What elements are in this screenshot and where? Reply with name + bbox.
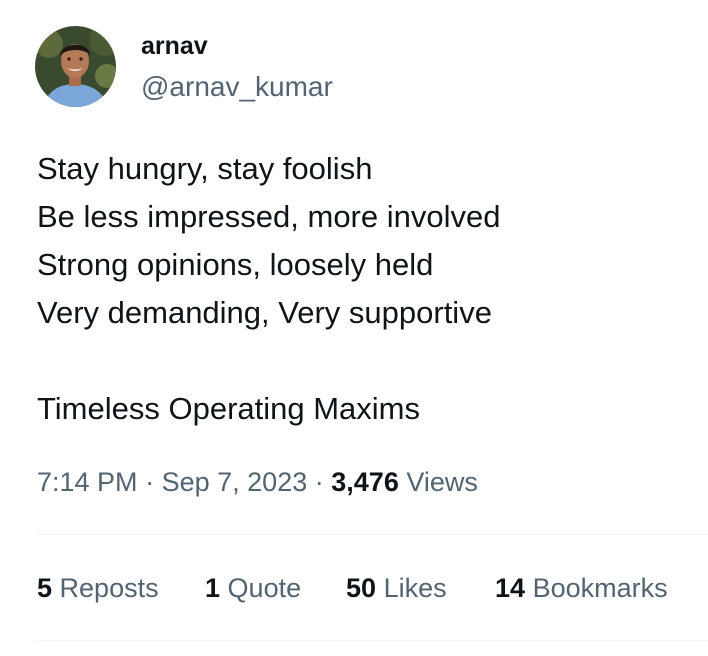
avatar[interactable]	[35, 26, 116, 107]
avatar-image	[35, 26, 116, 107]
divider	[37, 640, 708, 641]
views-count: 3,476	[331, 467, 399, 497]
quotes-label: Quote	[227, 573, 302, 603]
tweet-line: Very demanding, Very supportive	[37, 295, 492, 330]
display-name[interactable]: arnav	[141, 31, 208, 61]
reposts-count: 5	[37, 573, 53, 603]
bookmarks-count: 14	[495, 573, 526, 603]
views-label: Views	[406, 467, 478, 497]
tweet-line: Timeless Operating Maxims	[37, 391, 421, 426]
divider	[37, 534, 708, 535]
bookmarks-link[interactable]: 14 Bookmarks	[495, 571, 668, 605]
meta-separator: ·	[145, 467, 155, 497]
tweet-line: Stay hungry, stay foolish	[37, 151, 373, 186]
tweet-date[interactable]: Sep 7, 2023	[162, 467, 308, 497]
user-handle[interactable]: @arnav_kumar	[141, 71, 333, 103]
meta-separator: ·	[314, 467, 324, 497]
tweet-line: Strong opinions, loosely held	[37, 247, 434, 282]
tweet-meta: 7:14 PM · Sep 7, 2023 · 3,476 Views	[37, 465, 478, 499]
likes-label: Likes	[383, 573, 447, 603]
quotes-link[interactable]: 1 Quote	[205, 571, 301, 605]
tweet-line: Be less impressed, more involved	[37, 199, 501, 234]
reposts-label: Reposts	[59, 573, 159, 603]
tweet-time[interactable]: 7:14 PM	[37, 467, 138, 497]
quotes-count: 1	[205, 573, 221, 603]
tweet-card: arnav @arnav_kumar Stay hungry, stay foo…	[0, 0, 708, 656]
likes-link[interactable]: 50 Likes	[346, 571, 447, 605]
bookmarks-label: Bookmarks	[532, 573, 668, 603]
likes-count: 50	[346, 573, 377, 603]
tweet-text: Stay hungry, stay foolish Be less impres…	[37, 145, 697, 433]
reposts-link[interactable]: 5 Reposts	[37, 571, 159, 605]
